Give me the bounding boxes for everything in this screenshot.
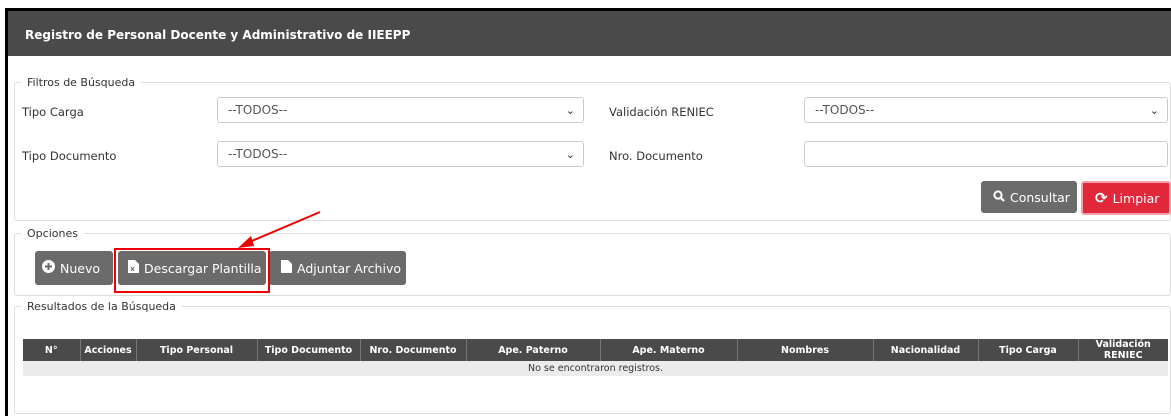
table-header-row: N° Acciones Tipo Personal Tipo Documento… — [23, 339, 1168, 361]
col-header[interactable]: Ape. Materno — [600, 339, 738, 361]
col-header[interactable]: Tipo Carga — [978, 339, 1079, 361]
results-table: N° Acciones Tipo Personal Tipo Documento… — [23, 339, 1168, 376]
col-header[interactable]: Tipo Personal — [136, 339, 258, 361]
table-row: No se encontraron registros. — [23, 361, 1168, 376]
results-legend: Resultados de la Búsqueda — [27, 300, 176, 313]
col-header[interactable]: Nombres — [737, 339, 874, 361]
col-header[interactable]: Ape. Paterno — [466, 339, 601, 361]
col-header[interactable]: N° — [23, 339, 81, 361]
col-header[interactable]: Acciones — [80, 339, 137, 361]
col-header[interactable]: Nro. Documento — [360, 339, 467, 361]
col-header[interactable]: Tipo Documento — [257, 339, 361, 361]
empty-message: No se encontraron registros. — [23, 361, 1168, 376]
col-header[interactable]: Validación RENIEC — [1078, 339, 1168, 361]
col-header[interactable]: Nacionalidad — [873, 339, 979, 361]
